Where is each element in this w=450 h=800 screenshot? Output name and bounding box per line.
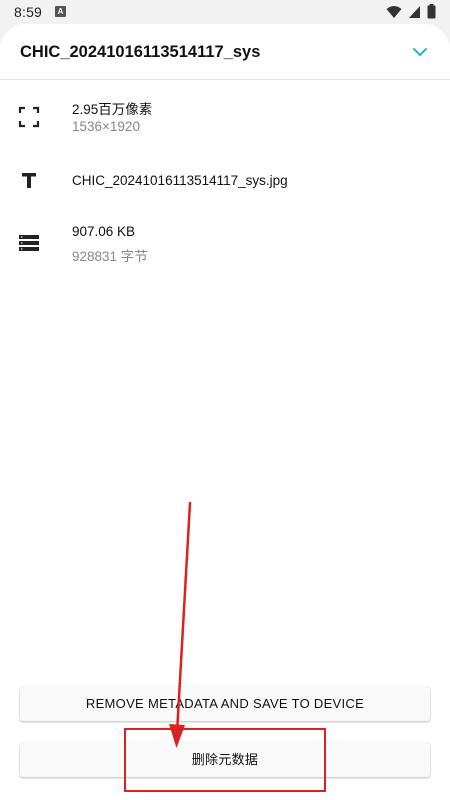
wifi-icon xyxy=(386,5,402,18)
file-size-kb: 907.06 KB xyxy=(72,224,136,239)
annotation-highlight-box xyxy=(124,728,326,792)
filename-row: CHIC_20241016113514117_sys.jpg xyxy=(0,164,450,204)
status-time: 8:59 xyxy=(14,4,43,20)
notification-a-icon: A xyxy=(55,6,66,17)
file-size-bytes: 928831 字节 xyxy=(72,249,148,264)
battery-icon xyxy=(427,4,436,19)
metadata-bottom-sheet: CHIC_20241016113514117_sys 2.95百万像素 1536… xyxy=(0,24,450,800)
resolution-dimensions: 1536×1920 xyxy=(72,119,140,134)
storage-list-icon xyxy=(19,235,39,251)
size-row: 907.06 KB 928831 字节 xyxy=(0,220,450,270)
resolution-megapixels: 2.95百万像素 xyxy=(72,102,153,117)
status-bar: 8:59 A xyxy=(0,0,450,24)
sheet-header: CHIC_20241016113514117_sys xyxy=(0,24,450,80)
status-icons xyxy=(386,4,436,19)
crop-frame-icon xyxy=(18,106,40,128)
resolution-row: 2.95百万像素 1536×1920 xyxy=(0,94,450,144)
chevron-down-icon[interactable] xyxy=(410,42,430,62)
file-title: CHIC_20241016113514117_sys xyxy=(20,43,261,61)
text-t-icon xyxy=(22,173,36,188)
signal-icon xyxy=(409,5,420,18)
file-name: CHIC_20241016113514117_sys.jpg xyxy=(72,173,288,188)
remove-metadata-save-button[interactable]: REMOVE METADATA AND SAVE TO DEVICE xyxy=(20,687,430,721)
